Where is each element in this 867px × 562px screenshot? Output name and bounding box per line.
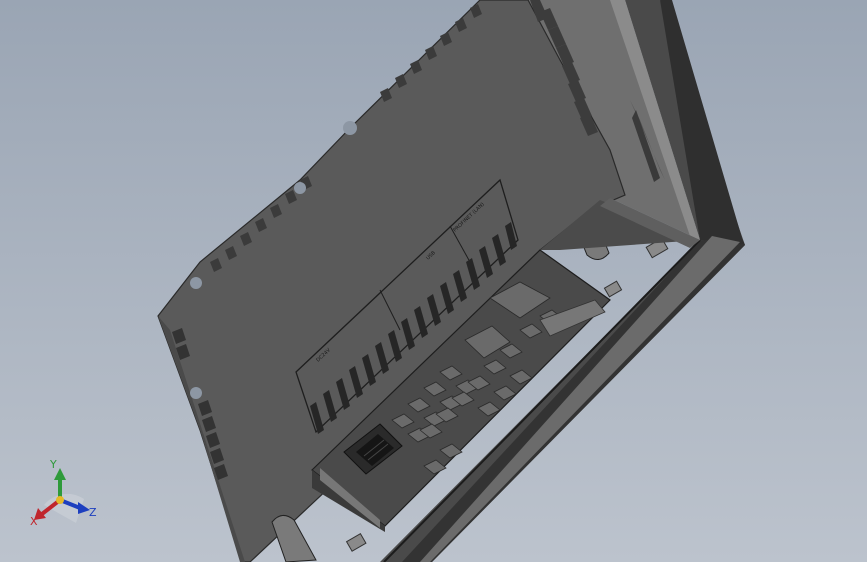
model-scene[interactable]: DC24V USB PROFINET (LAN) Y X Z [0, 0, 867, 562]
3d-model-viewport[interactable]: DC24V USB PROFINET (LAN) Y X Z [0, 0, 867, 562]
axis-x-label: X [30, 515, 38, 528]
axis-z-label: Z [89, 506, 97, 519]
axis-y-label: Y [49, 458, 57, 471]
